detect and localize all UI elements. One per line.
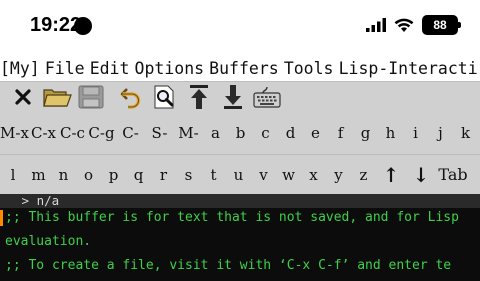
text-cursor bbox=[0, 210, 3, 226]
key-down-arrow[interactable]: ↓ bbox=[406, 163, 436, 187]
key-f[interactable]: f bbox=[328, 124, 353, 142]
scroll-top-icon bbox=[190, 84, 208, 109]
menu-buffers[interactable]: Buffers bbox=[209, 59, 279, 78]
key-u[interactable]: u bbox=[226, 166, 251, 184]
key-c-c[interactable]: C-c bbox=[58, 124, 87, 142]
buffer-line-3: ;; To create a file, visit it with ‘C-x … bbox=[5, 258, 452, 273]
key-i[interactable]: i bbox=[403, 124, 428, 142]
undo-button[interactable] bbox=[114, 83, 148, 111]
ios-status-bar: 19:22 88 bbox=[0, 0, 480, 56]
key-meta[interactable]: M- bbox=[174, 124, 203, 142]
key-ctrl[interactable]: C- bbox=[116, 124, 145, 142]
scroll-top-button[interactable] bbox=[182, 83, 216, 111]
key-z[interactable]: z bbox=[351, 166, 376, 184]
save-button[interactable] bbox=[74, 83, 108, 111]
search-icon bbox=[154, 85, 174, 108]
key-row-2: l m n o p q r s t u v w x y z ↑ ↓ Tab bbox=[0, 154, 480, 194]
wifi-icon bbox=[394, 18, 414, 32]
keyboard-icon bbox=[253, 86, 281, 108]
close-button[interactable] bbox=[6, 83, 40, 111]
menu-file[interactable]: File bbox=[45, 59, 85, 78]
search-button[interactable] bbox=[148, 83, 182, 111]
key-w[interactable]: w bbox=[276, 166, 301, 184]
key-l[interactable]: l bbox=[0, 166, 26, 184]
buffer-line-1: ;; This buffer is for text that is not s… bbox=[5, 210, 459, 225]
scroll-down-icon bbox=[224, 84, 242, 109]
key-j[interactable]: j bbox=[428, 124, 453, 142]
camera-dot-icon bbox=[74, 17, 92, 35]
echo-prompt: > n/a bbox=[14, 193, 60, 208]
key-tab[interactable]: Tab bbox=[436, 165, 470, 184]
key-m-x[interactable]: M-x bbox=[0, 124, 29, 142]
scratch-buffer[interactable]: > n/a ;; This buffer is for text that is… bbox=[0, 193, 480, 281]
key-v[interactable]: v bbox=[251, 166, 276, 184]
key-a[interactable]: a bbox=[203, 124, 228, 142]
close-icon bbox=[15, 88, 31, 105]
key-t[interactable]: t bbox=[201, 166, 226, 184]
menu-my[interactable]: [My] bbox=[0, 59, 40, 78]
key-c-x[interactable]: C-x bbox=[29, 124, 58, 142]
menu-edit[interactable]: Edit bbox=[90, 59, 130, 78]
key-r[interactable]: r bbox=[151, 166, 176, 184]
key-x[interactable]: x bbox=[301, 166, 326, 184]
cellular-signal-icon bbox=[366, 18, 386, 32]
key-b[interactable]: b bbox=[228, 124, 253, 142]
key-s[interactable]: s bbox=[176, 166, 201, 184]
key-e[interactable]: e bbox=[303, 124, 328, 142]
key-g[interactable]: g bbox=[353, 124, 378, 142]
menu-tools[interactable]: Tools bbox=[284, 59, 334, 78]
key-c[interactable]: c bbox=[253, 124, 278, 142]
menu-options[interactable]: Options bbox=[135, 59, 205, 78]
keyboard-button[interactable] bbox=[250, 83, 284, 111]
emacs-toolbar bbox=[0, 82, 480, 111]
status-icons: 88 bbox=[366, 15, 461, 35]
menu-lisp-interaction[interactable]: Lisp-Interacti bbox=[339, 59, 478, 78]
open-folder-icon bbox=[43, 88, 72, 107]
key-m[interactable]: m bbox=[26, 166, 51, 184]
key-c-g[interactable]: C-g bbox=[87, 124, 116, 142]
emacs-menubar: [My] File Edit Options Buffers Tools Lis… bbox=[0, 56, 480, 82]
key-h[interactable]: h bbox=[378, 124, 403, 142]
key-k[interactable]: k bbox=[453, 124, 478, 142]
key-y[interactable]: y bbox=[326, 166, 351, 184]
key-q[interactable]: q bbox=[126, 166, 151, 184]
scroll-down-button[interactable] bbox=[216, 83, 250, 111]
undo-icon bbox=[120, 87, 141, 109]
key-o[interactable]: o bbox=[76, 166, 101, 184]
key-n[interactable]: n bbox=[51, 166, 76, 184]
open-file-button[interactable] bbox=[40, 83, 74, 111]
key-up-arrow[interactable]: ↑ bbox=[376, 163, 406, 187]
echo-prompt-row: > n/a bbox=[0, 193, 480, 208]
key-row-1: M-x C-x C-c C-g C- S- M- a b c d e f g h… bbox=[0, 111, 480, 154]
key-p[interactable]: p bbox=[101, 166, 126, 184]
save-disk-icon bbox=[78, 85, 104, 108]
battery-indicator: 88 bbox=[422, 15, 461, 35]
key-shift[interactable]: S- bbox=[145, 124, 174, 142]
key-d[interactable]: d bbox=[278, 124, 303, 142]
buffer-line-2: evaluation. bbox=[5, 234, 92, 249]
